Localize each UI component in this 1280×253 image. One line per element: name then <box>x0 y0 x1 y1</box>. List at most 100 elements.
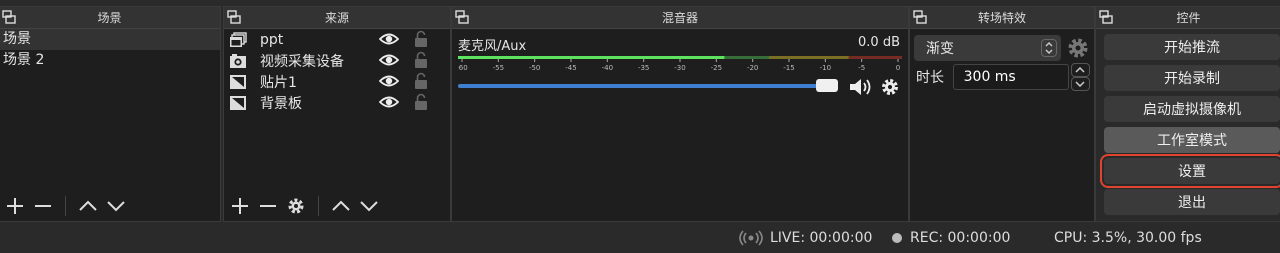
move-source-down-button[interactable] <box>355 192 383 220</box>
move-source-up-button[interactable] <box>327 192 355 220</box>
meter-scale-label: -50 <box>529 64 540 72</box>
select-arrows-icon <box>1041 39 1057 57</box>
minus-icon <box>35 205 51 207</box>
scenes-title: 场景 <box>97 11 122 25</box>
controls-header: 控件 <box>1096 7 1280 29</box>
sources-header: 来源 <box>224 7 450 29</box>
meter-scale-label: -30 <box>674 64 685 72</box>
volume-slider-handle[interactable] <box>816 79 838 92</box>
remove-scene-button[interactable] <box>29 192 57 220</box>
plus-icon <box>7 198 23 214</box>
meter-scale-label: -35 <box>638 64 649 72</box>
move-scene-up-button[interactable] <box>74 192 102 220</box>
scenes-header: 场景 <box>0 7 220 29</box>
meter-scale-label: -20 <box>747 64 758 72</box>
source-item[interactable]: 视频采集设备 <box>224 50 450 71</box>
studio-mode-button[interactable]: 工作室模式 <box>1104 127 1280 153</box>
start-streaming-button[interactable]: 开始推流 <box>1104 34 1280 60</box>
meter-scale-label: -5 <box>858 64 865 72</box>
broadcast-icon <box>739 230 763 246</box>
chevron-up-icon <box>332 200 350 211</box>
lock-icon[interactable] <box>414 30 428 48</box>
gear-icon[interactable] <box>1066 36 1090 60</box>
controls-panel: 控件 开始推流 开始录制 启动虚拟摄像机 工作室模式 设置 退出 <box>1095 6 1280 222</box>
dock-float-icon[interactable] <box>913 10 927 24</box>
volume-row <box>458 76 900 98</box>
duration-label: 时长 <box>916 70 944 86</box>
visibility-eye-icon[interactable] <box>378 31 400 47</box>
window-capture-icon <box>228 31 248 49</box>
meter-scale-label: -55 <box>493 64 504 72</box>
mixer-channel: 麦克风/Aux 0.0 dB -60-55-50-45-40-35-30-25-… <box>452 29 908 98</box>
rec-timer: REC: 00:00:00 <box>910 230 1011 246</box>
sources-toolbar <box>224 191 450 221</box>
lock-icon[interactable] <box>414 93 428 111</box>
lock-icon[interactable] <box>414 72 428 90</box>
duration-input[interactable]: 300 ms <box>952 64 1069 90</box>
source-list: ppt 视频采集设备 贴片1 背景板 <box>224 29 450 113</box>
scene-item[interactable]: 场景 2 <box>0 50 220 71</box>
channel-db: 0.0 dB <box>858 35 900 50</box>
chevron-down-icon <box>107 201 125 212</box>
record-dot-icon <box>892 233 902 243</box>
chevron-down-icon[interactable] <box>1070 77 1090 91</box>
settings-button[interactable]: 设置 <box>1100 154 1280 188</box>
scenes-toolbar <box>0 191 220 221</box>
visibility-eye-icon[interactable] <box>378 73 400 89</box>
meter-scale-label: -45 <box>565 64 576 72</box>
start-virtual-camera-button[interactable]: 启动虚拟摄像机 <box>1104 96 1280 122</box>
source-item[interactable]: ppt <box>224 29 450 50</box>
meter-scale-label: 0 <box>896 64 900 72</box>
speaker-icon[interactable] <box>848 76 874 98</box>
mixer-panel: 混音器 麦克风/Aux 0.0 dB -60-55-50-45-40-35-30… <box>451 6 909 222</box>
gear-icon[interactable] <box>880 77 900 97</box>
add-scene-button[interactable] <box>1 192 29 220</box>
meter-scale-label: -10 <box>820 64 831 72</box>
meter-scale-label: -60 <box>458 64 468 72</box>
exit-button[interactable]: 退出 <box>1104 189 1280 215</box>
dock-float-icon[interactable] <box>2 10 16 24</box>
add-source-button[interactable] <box>226 192 254 220</box>
source-item[interactable]: 背景板 <box>224 92 450 113</box>
sources-title: 来源 <box>324 11 349 25</box>
toolbar-divider <box>65 196 66 216</box>
visibility-eye-icon[interactable] <box>378 52 400 68</box>
gear-icon <box>288 198 304 214</box>
source-item[interactable]: 贴片1 <box>224 71 450 92</box>
transition-select[interactable]: 渐变 <box>914 35 1061 61</box>
duration-stepper[interactable] <box>1070 63 1090 91</box>
transition-selected: 渐变 <box>926 41 954 57</box>
scenes-panel: 场景 场景 场景 2 <box>0 6 221 222</box>
controls-title: 控件 <box>1176 11 1201 25</box>
visibility-eye-icon[interactable] <box>378 94 400 110</box>
lock-icon[interactable] <box>414 51 428 69</box>
live-timer: LIVE: 00:00:00 <box>770 230 873 246</box>
meter-scale-label: -40 <box>602 64 613 72</box>
minus-icon <box>260 205 276 207</box>
image-icon <box>228 94 248 112</box>
scene-list: 场景 场景 2 <box>0 29 220 71</box>
mixer-title: 混音器 <box>661 11 698 25</box>
rec-status: REC: 00:00:00 <box>892 230 1010 246</box>
dock-float-icon[interactable] <box>227 10 241 24</box>
sources-panel: 来源 ppt 视频采集设备 贴片1 背景板 <box>223 6 451 222</box>
transitions-panel: 转场特效 渐变 时长 300 ms <box>909 6 1095 222</box>
meter-segment <box>768 56 849 59</box>
chevron-up-icon <box>79 200 97 211</box>
dock-float-icon[interactable] <box>1099 10 1113 24</box>
chevron-up-icon[interactable] <box>1070 63 1090 77</box>
cpu-status: CPU: 3.5%, 30.00 fps <box>1054 230 1202 246</box>
source-properties-button[interactable] <box>282 192 310 220</box>
scene-item[interactable]: 场景 <box>0 29 220 50</box>
plus-icon <box>232 198 248 214</box>
move-scene-down-button[interactable] <box>102 192 130 220</box>
mixer-header: 混音器 <box>452 7 908 29</box>
remove-source-button[interactable] <box>254 192 282 220</box>
transitions-title: 转场特效 <box>977 11 1026 25</box>
start-recording-button[interactable]: 开始录制 <box>1104 65 1280 91</box>
volume-slider-track[interactable] <box>458 84 820 88</box>
transitions-header: 转场特效 <box>910 7 1094 29</box>
live-status: LIVE: 00:00:00 <box>738 230 872 246</box>
dock-float-icon[interactable] <box>455 10 469 24</box>
camera-icon <box>228 52 248 70</box>
